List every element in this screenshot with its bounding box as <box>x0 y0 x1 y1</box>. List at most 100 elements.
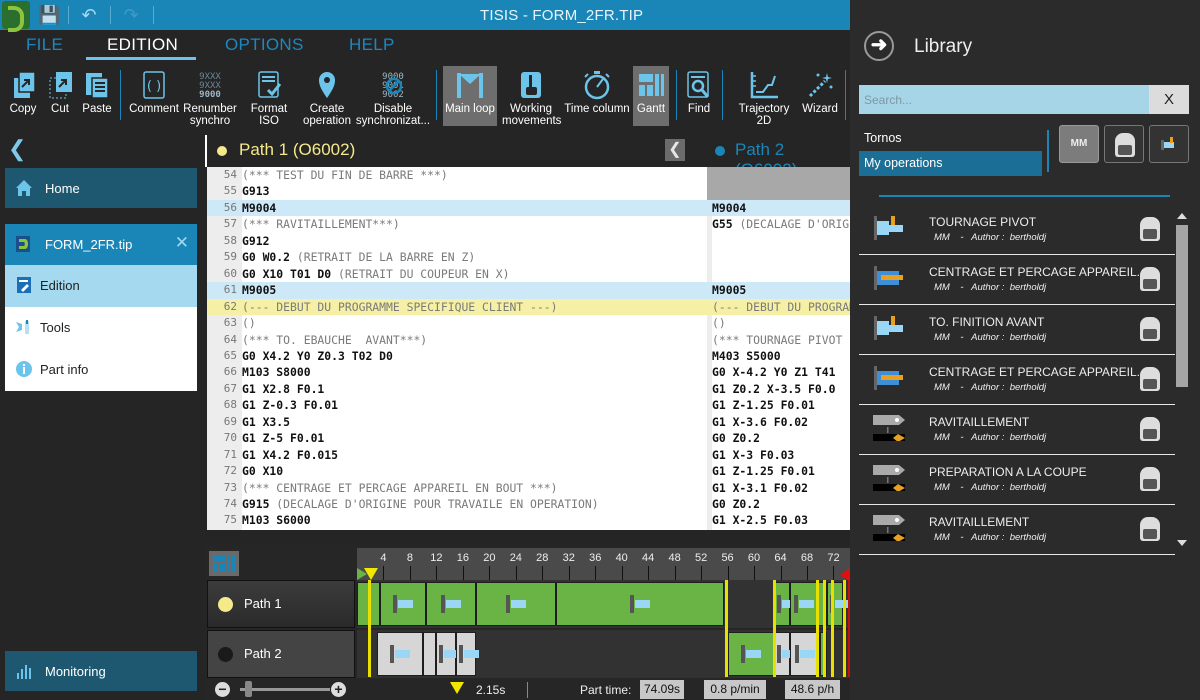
main-loop-button[interactable]: Main loop <box>443 66 497 126</box>
code-line[interactable]: 55 G913 <box>207 183 707 199</box>
code-line[interactable]: (--- DEBUT DU PROGRAMME <box>707 298 850 315</box>
code-line[interactable]: 62 (--- DEBUT DU PROGRAMME SPECIFIQUE CLI… <box>207 298 707 315</box>
operation-list-item[interactable]: CENTRAGE ET PERCAGE APPAREIL... MM - Auth… <box>859 355 1175 405</box>
code-line[interactable]: M9005 <box>707 282 850 299</box>
path1-code-editor[interactable]: 54 (*** TEST DU FIN DE BARRE ***) 55 G913 56… <box>207 167 707 530</box>
code-line[interactable]: 65 G0 X4.2 Y0 Z0.3 T02 D0 <box>207 348 707 364</box>
code-line[interactable]: 72 G0 X10 <box>207 463 707 479</box>
code-line[interactable]: 54 (*** TEST DU FIN DE BARRE ***) <box>207 167 707 183</box>
operation-list-item[interactable]: RAVITAILLEMENT MM - Author : bertholdj <box>859 505 1175 555</box>
code-line[interactable]: 70 G1 Z-5 F0.01 <box>207 430 707 446</box>
track-label-path2[interactable]: Path 2 <box>207 630 355 678</box>
library-search-input[interactable] <box>859 85 1149 114</box>
code-line[interactable]: G1 X-3.6 F0.02 <box>707 414 850 430</box>
code-line[interactable]: G0 X-4.2 Y0 Z1 T41 <box>707 364 850 380</box>
format-iso-button[interactable]: Format ISO <box>240 66 298 127</box>
disable-synchronization-button[interactable]: 900090019002 Disable synchronizat... <box>354 66 432 127</box>
time-ruler[interactable]: 4 8 12 16 20 24 28 32 36 40 44 48 52 56 60 64 68 72 <box>357 548 850 582</box>
code-line[interactable]: M403 S5000 <box>707 348 850 364</box>
gantt-lane-path2[interactable] <box>357 630 850 678</box>
zoom-slider-thumb[interactable] <box>244 681 252 697</box>
filter-tool-button[interactable] <box>1149 125 1189 163</box>
zoom-in-icon[interactable]: + <box>331 682 346 697</box>
code-line[interactable] <box>707 266 850 282</box>
library-category-my-operations[interactable]: My operations <box>859 151 1042 176</box>
code-line[interactable]: 64 (*** TO. EBAUCHE AVANT***) <box>207 332 707 348</box>
code-line[interactable]: G0 Z0.2 <box>707 430 850 446</box>
gantt-operation-block[interactable] <box>773 632 797 676</box>
gantt-operation-block[interactable] <box>423 632 437 676</box>
operation-list-item[interactable]: PREPARATION A LA COUPE MM - Author : bert… <box>859 455 1175 505</box>
sidebar-item-tools[interactable]: Tools <box>5 307 197 349</box>
code-line[interactable]: 57 (*** RAVITAILLEMENT***) <box>207 216 707 232</box>
operation-list-item[interactable]: TOURNAGE PIVOT MM - Author : bertholdj <box>859 205 1175 255</box>
path2-code-editor[interactable]: M9004G55 (DECALAGE D'ORIGINEM9005(--- DE… <box>707 167 850 530</box>
paste-button[interactable]: Paste <box>80 66 114 126</box>
gantt-operation-block[interactable] <box>555 582 725 626</box>
code-line[interactable]: 59 G0 W0.2 (RETRAIT DE LA BARRE EN Z) <box>207 249 707 265</box>
code-line[interactable]: G55 (DECALAGE D'ORIGINE <box>707 216 850 232</box>
scroll-down-icon[interactable] <box>1177 540 1187 546</box>
filter-machine-button[interactable] <box>1104 125 1144 163</box>
save-icon[interactable]: 💾 <box>38 4 60 26</box>
gantt-button[interactable]: Gantt <box>633 66 669 126</box>
gantt-layout-button[interactable] <box>209 551 239 576</box>
trajectory-2d-button[interactable]: Trajectory 2D <box>730 66 798 127</box>
sidebar-item-monitoring[interactable]: Monitoring <box>5 651 197 691</box>
gantt-operation-block[interactable] <box>456 632 480 676</box>
search-clear-button[interactable]: X <box>1149 85 1189 114</box>
code-line[interactable]: 58 G912 <box>207 233 707 249</box>
sidebar-item-home[interactable]: Home <box>5 168 197 208</box>
gantt-operation-block[interactable] <box>790 582 817 626</box>
code-line[interactable]: G1 Z-1.25 F0.01 <box>707 397 850 413</box>
track-label-path1[interactable]: Path 1 <box>207 580 355 628</box>
redo-icon[interactable]: ↷ <box>120 4 142 26</box>
gantt-operation-block[interactable] <box>436 632 460 676</box>
gantt-operation-block[interactable] <box>773 582 797 626</box>
create-operation-button[interactable]: Create operation <box>302 66 352 127</box>
time-column-button[interactable]: Time column <box>563 66 631 126</box>
code-line[interactable]: G0 Z0.2 <box>707 496 850 512</box>
gantt-operation-block[interactable] <box>376 632 424 676</box>
close-icon[interactable]: ✕ <box>175 233 189 253</box>
code-line[interactable]: 74 G915 (DECALAGE D'ORIGINE POUR TRAVAILE… <box>207 496 707 512</box>
code-line[interactable]: 56 M9004 <box>207 199 707 217</box>
collapse-path-button[interactable]: ❮ <box>665 139 685 161</box>
wizard-button[interactable]: Wizard <box>800 66 840 126</box>
menu-file[interactable]: FILE <box>26 35 63 55</box>
operation-list-item[interactable]: TO. FINITION AVANT MM - Author : berthold… <box>859 305 1175 355</box>
code-line[interactable]: G1 X-3 F0.03 <box>707 447 850 463</box>
copy-button[interactable]: Copy <box>5 66 41 126</box>
gantt-operation-block[interactable] <box>727 632 774 676</box>
code-line[interactable]: G1 Z0.2 X-3.5 F0.0 <box>707 381 850 397</box>
code-line[interactable]: 69 G1 X3.5 <box>207 414 707 430</box>
library-collapse-arrow-icon[interactable]: ➜ <box>864 31 894 61</box>
code-line[interactable]: 60 G0 X10 T01 D0 (RETRAIT DU COUPEUR EN X… <box>207 266 707 282</box>
gantt-operation-block[interactable] <box>380 582 427 626</box>
code-line[interactable] <box>707 183 850 200</box>
code-line[interactable]: 71 G1 X4.2 F0.015 <box>207 447 707 463</box>
app-logo-icon[interactable] <box>2 1 30 32</box>
code-line[interactable] <box>707 249 850 265</box>
find-button[interactable]: Find <box>683 66 715 126</box>
menu-edition[interactable]: EDITION <box>107 35 178 55</box>
code-line[interactable]: 66 M103 S8000 <box>207 364 707 380</box>
code-line[interactable] <box>707 233 850 249</box>
cut-button[interactable]: Cut <box>44 66 76 126</box>
working-movements-button[interactable]: Working movements <box>502 66 561 127</box>
gantt-lane-path1[interactable] <box>357 580 850 628</box>
code-line[interactable]: 67 G1 X2.8 F0.1 <box>207 381 707 397</box>
code-line[interactable]: G1 X-3.1 F0.02 <box>707 480 850 496</box>
sidebar-item-part-info[interactable]: Part info <box>5 349 197 391</box>
sidebar-file-tab[interactable]: FORM_2FR.tip ✕ <box>5 224 197 265</box>
gantt-operation-block[interactable] <box>826 582 850 626</box>
code-line[interactable]: G1 X-2.5 F0.03 <box>707 512 850 528</box>
code-line[interactable]: (*** TOURNAGE PIVOT <box>707 332 850 348</box>
zoom-slider-track[interactable] <box>240 688 330 691</box>
gantt-operation-block[interactable] <box>476 582 556 626</box>
code-line[interactable]: 61 M9005 <box>207 282 707 299</box>
scroll-up-icon[interactable] <box>1177 213 1187 219</box>
menu-options[interactable]: OPTIONS <box>225 35 304 55</box>
code-line[interactable]: 73 (*** CENTRAGE ET PERCAGE APPAREIL EN B… <box>207 480 707 496</box>
back-arrow-icon[interactable]: ❮ <box>8 136 26 162</box>
